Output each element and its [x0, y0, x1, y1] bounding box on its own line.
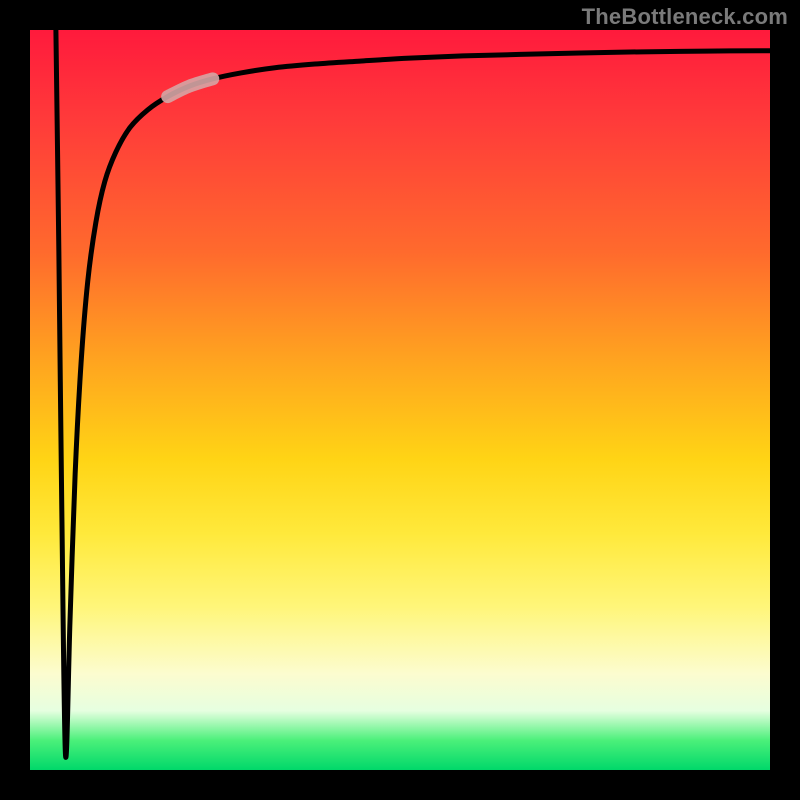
curve-svg: [30, 30, 770, 770]
watermark-text: TheBottleneck.com: [582, 4, 788, 30]
plot-area: [30, 30, 770, 770]
bottleneck-curve: [56, 30, 770, 757]
curve-highlight: [168, 79, 213, 97]
chart-frame: TheBottleneck.com: [0, 0, 800, 800]
